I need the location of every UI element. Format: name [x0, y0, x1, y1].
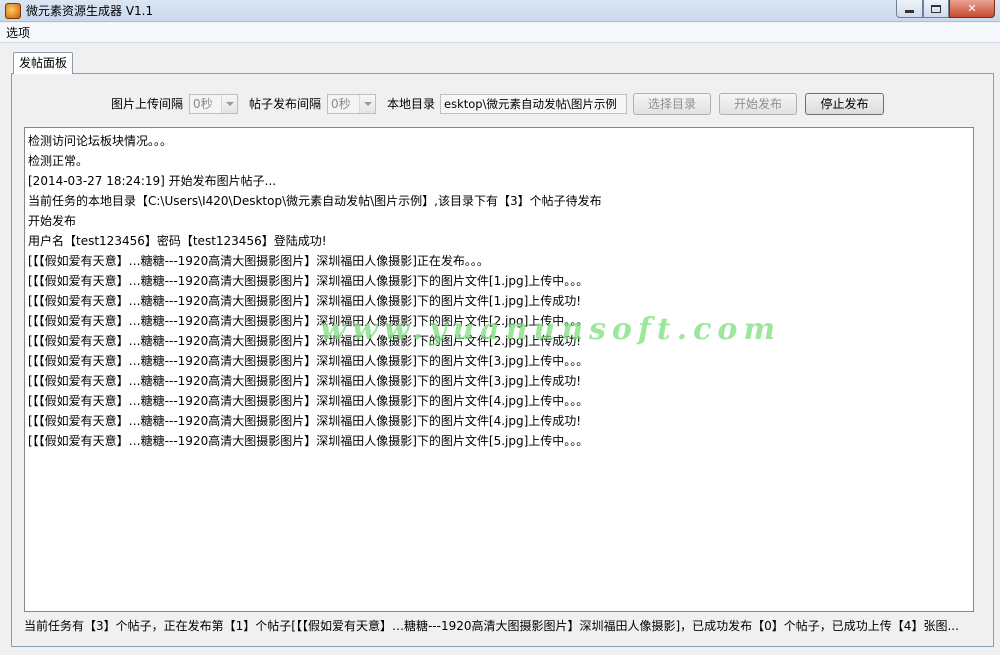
log-output[interactable]: 检测访问论坛板块情况。。。 检测正常。 [2014-03-27 18:24:19… — [24, 127, 974, 612]
minimize-button[interactable] — [896, 0, 923, 18]
close-button[interactable]: ✕ — [949, 0, 995, 18]
log-line: [【【假如爱有天意】…糖糖---1920高清大图摄影图片】深圳福田人像摄影]下的… — [28, 274, 589, 288]
app-icon — [5, 3, 21, 19]
log-line: 当前任务的本地目录【C:\Users\I420\Desktop\微元素自动发帖\… — [28, 194, 602, 208]
log-line: 检测访问论坛板块情况。。。 — [28, 134, 173, 148]
post-interval-label: 帖子发布间隔 — [249, 97, 322, 111]
maximize-icon — [931, 4, 941, 13]
start-publish-button[interactable]: 开始发布 — [719, 93, 797, 115]
close-icon: ✕ — [967, 2, 977, 15]
log-line: [【【假如爱有天意】…糖糖---1920高清大图摄影图片】深圳福田人像摄影]下的… — [28, 414, 582, 428]
window-title: 微元素资源生成器 V1.1 — [26, 4, 154, 18]
chevron-down-icon[interactable] — [359, 95, 375, 113]
menu-bar: 选项 — [0, 23, 1000, 43]
log-line: [【【假如爱有天意】…糖糖---1920高清大图摄影图片】深圳福田人像摄影]下的… — [28, 394, 589, 408]
image-interval-label: 图片上传间隔 — [111, 97, 184, 111]
log-line: [【【假如爱有天意】…糖糖---1920高清大图摄影图片】深圳福田人像摄影]下的… — [28, 434, 589, 448]
log-line: [【【假如爱有天意】…糖糖---1920高清大图摄影图片】深圳福田人像摄影]下的… — [28, 314, 589, 328]
log-line: 开始发布 — [28, 214, 77, 228]
log-line: [【【假如爱有天意】…糖糖---1920高清大图摄影图片】深圳福田人像摄影]下的… — [28, 334, 582, 348]
minimize-icon — [905, 10, 914, 13]
log-line: 检测正常。 — [28, 154, 89, 168]
local-dir-input[interactable]: esktop\微元素自动发帖\图片示例 — [440, 94, 627, 114]
image-interval-select[interactable]: 0秒 — [189, 94, 238, 114]
log-line: [【【假如爱有天意】…糖糖---1920高清大图摄影图片】深圳福田人像摄影]下的… — [28, 294, 582, 308]
status-text: 当前任务有【3】个帖子，正在发布第【1】个帖子[【【假如爱有天意】…糖糖---1… — [24, 619, 959, 633]
image-interval-value: 0秒 — [193, 97, 213, 111]
chevron-down-icon[interactable] — [221, 95, 237, 113]
log-line: [2014-03-27 18:24:19] 开始发布图片帖子... — [28, 174, 277, 188]
local-dir-label: 本地目录 — [387, 97, 436, 111]
log-line: 用户名【test123456】密码【test123456】登陆成功! — [28, 234, 327, 248]
log-line: [【【假如爱有天意】…糖糖---1920高清大图摄影图片】深圳福田人像摄影]下的… — [28, 354, 589, 368]
tab-post-panel[interactable]: 发帖面板 — [13, 52, 73, 74]
title-bar: 微元素资源生成器 V1.1 ✕ — [0, 0, 1000, 22]
stop-publish-button[interactable]: 停止发布 — [805, 93, 884, 115]
choose-dir-button[interactable]: 选择目录 — [633, 93, 711, 115]
post-interval-select[interactable]: 0秒 — [327, 94, 376, 114]
menu-options[interactable]: 选项 — [6, 26, 30, 40]
log-line: [【【假如爱有天意】…糖糖---1920高清大图摄影图片】深圳福田人像摄影]正在… — [28, 254, 489, 268]
maximize-button[interactable] — [923, 0, 949, 18]
post-interval-value: 0秒 — [331, 97, 351, 111]
log-line: [【【假如爱有天意】…糖糖---1920高清大图摄影图片】深圳福田人像摄影]下的… — [28, 374, 582, 388]
